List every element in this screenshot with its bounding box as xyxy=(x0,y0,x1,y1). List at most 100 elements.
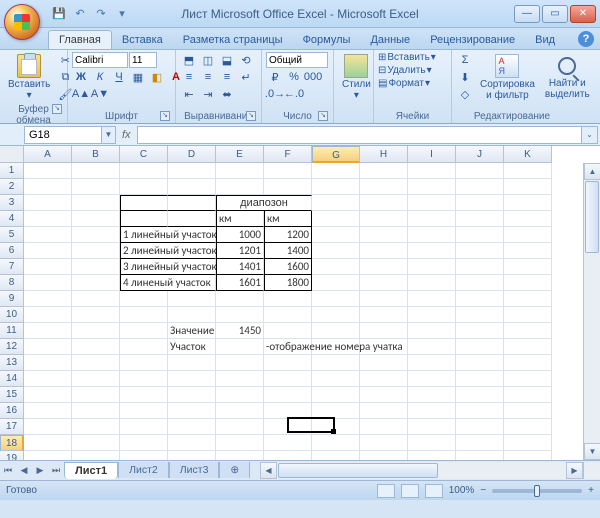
cell-I14[interactable] xyxy=(408,371,456,387)
cell-G18[interactable] xyxy=(312,435,360,451)
cell-F12[interactable]: -отображение номера учатка xyxy=(264,339,312,355)
close-button[interactable]: ✕ xyxy=(570,5,596,23)
cell-D17[interactable] xyxy=(168,419,216,435)
cell-D10[interactable] xyxy=(168,307,216,323)
grow-font-button[interactable]: A▲ xyxy=(72,86,90,102)
cell-E10[interactable] xyxy=(216,307,264,323)
cell-I5[interactable] xyxy=(408,227,456,243)
cell-E4[interactable]: км xyxy=(216,211,264,227)
cell-B6[interactable] xyxy=(72,243,120,259)
cell-J5[interactable] xyxy=(456,227,504,243)
cell-H13[interactable] xyxy=(360,355,408,371)
cell-H16[interactable] xyxy=(360,403,408,419)
cell-F18[interactable] xyxy=(264,435,312,451)
sheet-tab-1[interactable]: Лист1 xyxy=(64,462,118,479)
cell-E5[interactable]: 1000 xyxy=(216,227,264,243)
horizontal-scrollbar[interactable]: ◀ ▶ xyxy=(260,462,583,479)
sheet-tab-2[interactable]: Лист2 xyxy=(118,462,169,478)
row-header-7[interactable]: 7 xyxy=(0,259,24,275)
cell-I9[interactable] xyxy=(408,291,456,307)
zoom-in[interactable]: + xyxy=(588,485,594,496)
cell-H1[interactable] xyxy=(360,163,408,179)
cell-D18[interactable] xyxy=(168,435,216,451)
cell-D15[interactable] xyxy=(168,387,216,403)
cell-C8[interactable]: 4 линеный участок xyxy=(120,275,216,291)
cell-E1[interactable] xyxy=(216,163,264,179)
cell-B9[interactable] xyxy=(72,291,120,307)
col-header-C[interactable]: C xyxy=(120,146,168,163)
cell-J8[interactable] xyxy=(456,275,504,291)
align-bottom[interactable]: ⬓ xyxy=(218,52,236,68)
cell-E6[interactable]: 1201 xyxy=(216,243,264,259)
cell-K12[interactable] xyxy=(504,339,552,355)
cell-A8[interactable] xyxy=(24,275,72,291)
cell-H5[interactable] xyxy=(360,227,408,243)
font-size-select[interactable] xyxy=(129,52,157,68)
vertical-scrollbar[interactable]: ▲ ▼ xyxy=(583,163,600,460)
cell-J17[interactable] xyxy=(456,419,504,435)
cell-D2[interactable] xyxy=(168,179,216,195)
row-header-1[interactable]: 1 xyxy=(0,163,24,179)
cell-A11[interactable] xyxy=(24,323,72,339)
cell-J12[interactable] xyxy=(456,339,504,355)
cell-C3[interactable] xyxy=(120,195,168,211)
cell-F10[interactable] xyxy=(264,307,312,323)
cell-K2[interactable] xyxy=(504,179,552,195)
cell-G11[interactable] xyxy=(312,323,360,339)
cell-F11[interactable] xyxy=(264,323,312,339)
cell-C9[interactable] xyxy=(120,291,168,307)
tab-data[interactable]: Данные xyxy=(360,31,420,49)
cell-I17[interactable] xyxy=(408,419,456,435)
tab-view[interactable]: Вид xyxy=(525,31,565,49)
minimize-button[interactable]: — xyxy=(514,5,540,23)
cell-H2[interactable] xyxy=(360,179,408,195)
zoom-out[interactable]: − xyxy=(480,485,486,496)
cell-E17[interactable] xyxy=(216,419,264,435)
row-header-16[interactable]: 16 xyxy=(0,403,24,419)
col-header-G[interactable]: G xyxy=(312,146,360,163)
cell-I2[interactable] xyxy=(408,179,456,195)
cell-A5[interactable] xyxy=(24,227,72,243)
cell-B5[interactable] xyxy=(72,227,120,243)
cell-J9[interactable] xyxy=(456,291,504,307)
align-launcher[interactable]: ↘ xyxy=(246,111,256,121)
cell-D9[interactable] xyxy=(168,291,216,307)
sheet-tab-3[interactable]: Лист3 xyxy=(169,462,220,478)
cell-I11[interactable] xyxy=(408,323,456,339)
cell-K10[interactable] xyxy=(504,307,552,323)
cell-E8[interactable]: 1601 xyxy=(216,275,264,291)
row-header-3[interactable]: 3 xyxy=(0,195,24,211)
decrease-decimal[interactable]: ←.0 xyxy=(285,86,303,102)
cell-E18[interactable] xyxy=(216,435,264,451)
fill-color-button[interactable]: ◧ xyxy=(148,69,166,85)
cell-F1[interactable] xyxy=(264,163,312,179)
cell-K4[interactable] xyxy=(504,211,552,227)
cell-H18[interactable] xyxy=(360,435,408,451)
cell-H7[interactable] xyxy=(360,259,408,275)
decrease-indent[interactable]: ⇤ xyxy=(180,86,198,102)
cell-I1[interactable] xyxy=(408,163,456,179)
cell-A9[interactable] xyxy=(24,291,72,307)
row-header-13[interactable]: 13 xyxy=(0,355,24,371)
cell-F14[interactable] xyxy=(264,371,312,387)
shrink-font-button[interactable]: A▼ xyxy=(91,86,109,102)
align-center[interactable]: ≡ xyxy=(199,69,217,85)
cell-E3[interactable]: диапозон xyxy=(216,195,312,211)
namebox-dropdown[interactable]: ▼ xyxy=(102,126,116,144)
cell-C16[interactable] xyxy=(120,403,168,419)
cell-D14[interactable] xyxy=(168,371,216,387)
cell-G4[interactable] xyxy=(312,211,360,227)
cell-H15[interactable] xyxy=(360,387,408,403)
cell-A13[interactable] xyxy=(24,355,72,371)
cell-I15[interactable] xyxy=(408,387,456,403)
row-header-2[interactable]: 2 xyxy=(0,179,24,195)
cell-D11[interactable]: Значение xyxy=(168,323,216,339)
cell-F13[interactable] xyxy=(264,355,312,371)
col-header-J[interactable]: J xyxy=(456,146,504,163)
cell-A7[interactable] xyxy=(24,259,72,275)
cell-A1[interactable] xyxy=(24,163,72,179)
cell-E14[interactable] xyxy=(216,371,264,387)
row-header-10[interactable]: 10 xyxy=(0,307,24,323)
border-button[interactable]: ▦ xyxy=(129,69,147,85)
cell-E13[interactable] xyxy=(216,355,264,371)
